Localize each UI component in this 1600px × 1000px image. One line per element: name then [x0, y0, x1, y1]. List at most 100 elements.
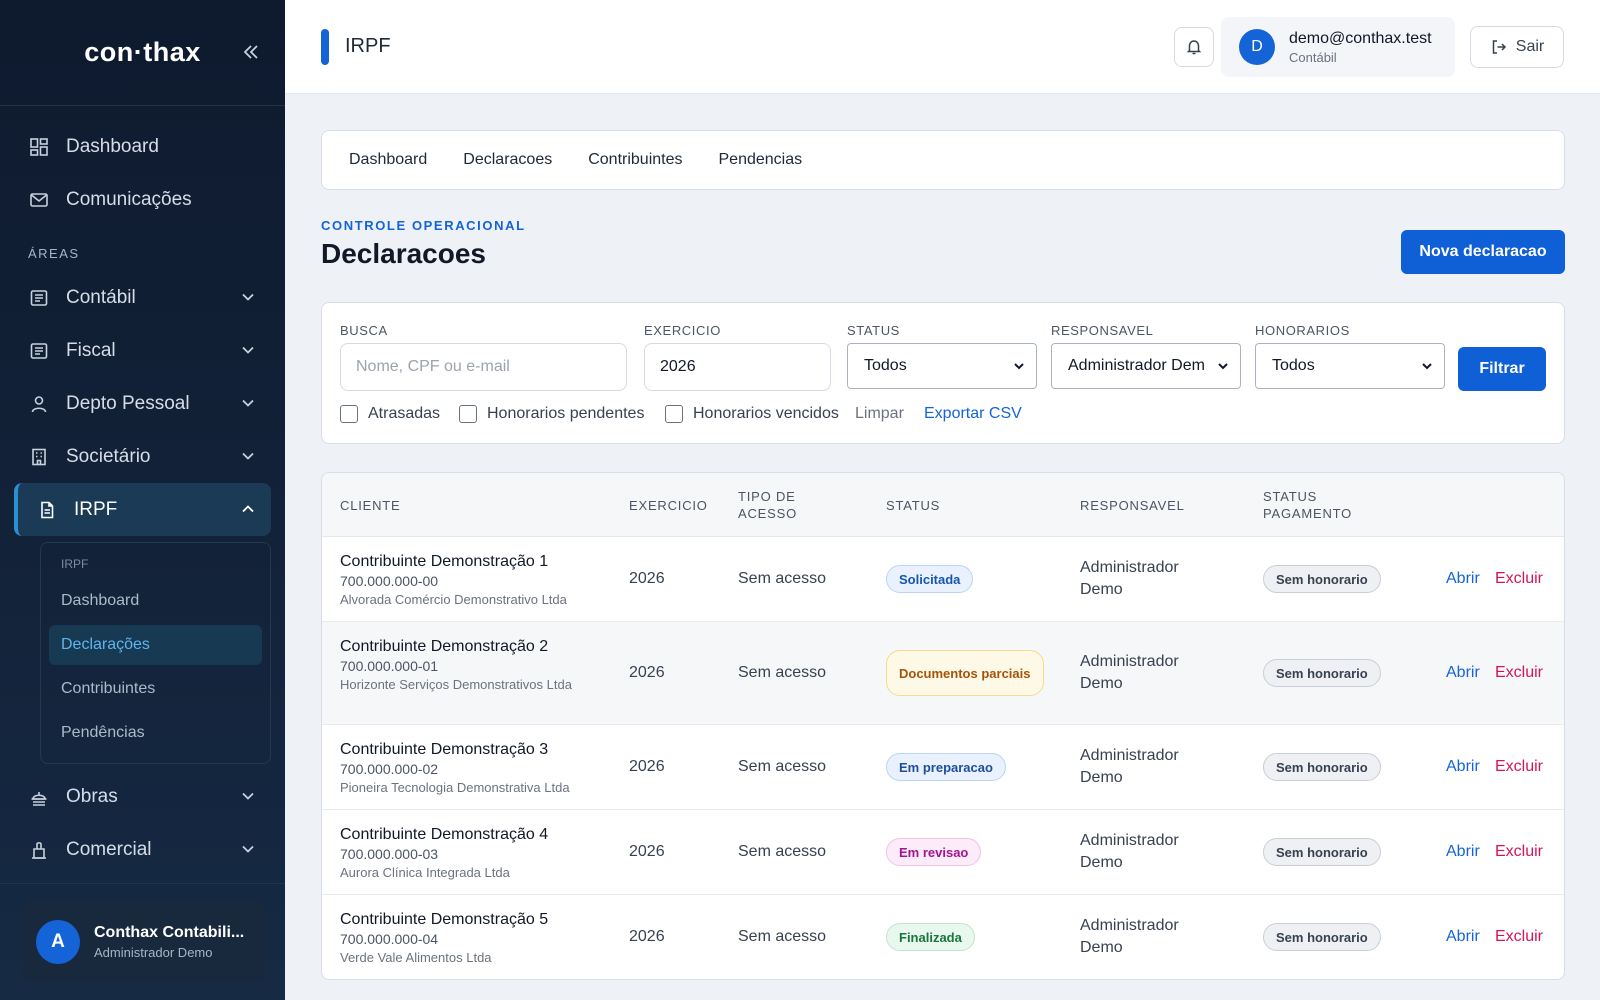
- subnav-item-pendencias[interactable]: Pendências: [49, 713, 262, 753]
- topbar: IRPF D demo@conthax.test Contábil Sair: [285, 0, 1600, 94]
- access-cell: Sem acesso: [738, 664, 827, 681]
- table-row[interactable]: Contribuinte Demonstração 4 700.000.000-…: [322, 810, 1564, 895]
- delete-link[interactable]: Excluir: [1495, 843, 1543, 861]
- chevron-down-icon: [1422, 363, 1432, 370]
- fees-select[interactable]: Todos: [1255, 343, 1445, 389]
- page-eyebrow: CONTROLE OPERACIONAL: [321, 218, 526, 233]
- page-section-title: IRPF: [345, 35, 391, 57]
- open-link[interactable]: Abrir: [1446, 928, 1480, 946]
- new-declaration-button[interactable]: Nova declaracao: [1401, 230, 1565, 274]
- responsible-line2: Demo: [1080, 939, 1123, 956]
- tab-pendencias[interactable]: Pendencias: [719, 151, 803, 169]
- delete-link[interactable]: Excluir: [1495, 570, 1543, 588]
- main-content: Dashboard Declaracoes Contribuintes Pend…: [321, 130, 1565, 980]
- subnav-item-contribuintes[interactable]: Contribuintes: [49, 669, 262, 709]
- chevron-down-icon: [242, 399, 254, 407]
- client-company: Alvorada Comércio Demonstrativo Ltda: [340, 592, 567, 607]
- avatar: D: [1239, 29, 1275, 65]
- chevron-up-icon: [242, 505, 254, 513]
- subnav-item-declaracoes[interactable]: Declarações: [49, 625, 262, 665]
- sidebar-item-comercial[interactable]: Comercial: [0, 823, 285, 876]
- exercise-cell: 2026: [629, 758, 665, 775]
- payment-badge: Sem honorario: [1263, 565, 1381, 593]
- client-document: 700.000.000-01: [340, 658, 439, 674]
- checkbox-atrasadas[interactable]: Atrasadas: [340, 405, 440, 423]
- column-header-responsible: RESPONSAVEL: [1080, 498, 1185, 513]
- exercise-input[interactable]: 2026: [644, 343, 831, 391]
- client-company: Pioneira Tecnologia Demonstrativa Ltda: [340, 780, 570, 795]
- sidebar-item-contabil[interactable]: Contábil: [0, 271, 285, 324]
- open-link[interactable]: Abrir: [1446, 664, 1480, 682]
- brand-logo[interactable]: con·thax: [84, 37, 201, 68]
- sidebar-user-card[interactable]: A Conthax Contabili... Administrador Dem…: [22, 902, 265, 982]
- exercise-cell: 2026: [629, 928, 665, 945]
- checkbox-honorarios-vencidos[interactable]: Honorarios vencidos: [665, 405, 839, 423]
- sidebar-item-societario[interactable]: Societário: [0, 430, 285, 483]
- notifications-button[interactable]: [1174, 27, 1214, 67]
- subnav-item-dashboard[interactable]: Dashboard: [49, 581, 262, 621]
- export-csv-link[interactable]: Exportar CSV: [924, 405, 1022, 423]
- sidebar-item-label: Comercial: [66, 838, 152, 860]
- checkbox-label: Honorarios pendentes: [487, 405, 645, 422]
- column-header-access-line2: ACESSO: [738, 506, 797, 521]
- responsible-line2: Demo: [1080, 769, 1123, 786]
- account-menu[interactable]: D demo@conthax.test Contábil: [1221, 17, 1455, 77]
- responsible-line2: Demo: [1080, 854, 1123, 871]
- access-cell: Sem acesso: [738, 758, 827, 775]
- sidebar-item-fiscal[interactable]: Fiscal: [0, 324, 285, 377]
- chevron-down-icon: [242, 293, 254, 301]
- collapse-sidebar-icon[interactable]: [239, 40, 263, 64]
- sidebar-item-depto-pessoal[interactable]: Depto Pessoal: [0, 377, 285, 430]
- client-company: Aurora Clínica Integrada Ltda: [340, 865, 510, 880]
- client-name: Contribuinte Demonstração 4: [340, 826, 549, 843]
- status-select[interactable]: Todos: [847, 343, 1037, 389]
- open-link[interactable]: Abrir: [1446, 570, 1480, 588]
- table-header: CLIENTE EXERCICIO TIPO DE ACESSO STATUS R…: [322, 473, 1564, 537]
- filters-panel: BUSCA Nome, CPF ou e-mail EXERCICIO 2026…: [321, 302, 1565, 444]
- client-name: Contribuinte Demonstração 5: [340, 911, 549, 928]
- clear-filters-link[interactable]: Limpar: [855, 405, 904, 423]
- subnav-label: IRPF: [61, 557, 89, 571]
- table-row[interactable]: Contribuinte Demonstração 1 700.000.000-…: [322, 537, 1564, 622]
- tab-contribuintes[interactable]: Contribuintes: [588, 151, 682, 169]
- open-link[interactable]: Abrir: [1446, 843, 1480, 861]
- checkbox-box[interactable]: [459, 405, 477, 423]
- sidebar-item-comunicacoes[interactable]: Comunicações: [0, 173, 285, 226]
- access-cell: Sem acesso: [738, 843, 827, 860]
- checkbox-box[interactable]: [340, 405, 358, 423]
- column-header-access: TIPO DE ACESSO: [738, 488, 797, 522]
- sidebar-item-label: IRPF: [74, 498, 118, 520]
- status-badge: Solicitada: [886, 565, 974, 593]
- column-header-payment-line1: STATUS: [1263, 489, 1318, 504]
- table-row[interactable]: Contribuinte Demonstração 5 700.000.000-…: [322, 895, 1564, 979]
- column-header-status: STATUS: [886, 498, 941, 513]
- client-name: Contribuinte Demonstração 1: [340, 553, 549, 570]
- chevron-down-icon: [1014, 363, 1024, 370]
- tab-declaracoes[interactable]: Declaracoes: [463, 151, 552, 169]
- client-company: Horizonte Serviços Demonstrativos Ltda: [340, 677, 572, 692]
- sidebar-item-dashboard[interactable]: Dashboard: [0, 120, 285, 173]
- column-header-payment-line2: PAGAMENTO: [1263, 506, 1353, 521]
- checkbox-honorarios-pendentes[interactable]: Honorarios pendentes: [459, 405, 644, 423]
- checkbox-box[interactable]: [665, 405, 683, 423]
- declarations-table: CLIENTE EXERCICIO TIPO DE ACESSO STATUS R…: [321, 472, 1565, 980]
- table-row[interactable]: Contribuinte Demonstração 2 700.000.000-…: [322, 622, 1564, 725]
- tab-dashboard[interactable]: Dashboard: [349, 151, 427, 169]
- open-link[interactable]: Abrir: [1446, 758, 1480, 776]
- payment-badge: Sem honorario: [1263, 659, 1381, 687]
- search-input[interactable]: Nome, CPF ou e-mail: [340, 343, 627, 391]
- responsible-select[interactable]: Administrador Dem: [1051, 343, 1241, 389]
- table-row[interactable]: Contribuinte Demonstração 3 700.000.000-…: [322, 725, 1564, 810]
- sidebar-item-obras[interactable]: Obras: [0, 770, 285, 823]
- status-badge: Em preparacao: [886, 753, 1006, 781]
- dashboard-icon: [28, 136, 50, 158]
- logout-button[interactable]: Sair: [1470, 26, 1564, 68]
- delete-link[interactable]: Excluir: [1495, 928, 1543, 946]
- delete-link[interactable]: Excluir: [1495, 664, 1543, 682]
- construction-icon: [28, 786, 50, 808]
- filter-button[interactable]: Filtrar: [1458, 347, 1546, 391]
- delete-link[interactable]: Excluir: [1495, 758, 1543, 776]
- sidebar-item-irpf[interactable]: IRPF: [14, 483, 271, 536]
- checkbox-label: Atrasadas: [368, 405, 441, 422]
- column-header-access-line1: TIPO DE: [738, 489, 796, 504]
